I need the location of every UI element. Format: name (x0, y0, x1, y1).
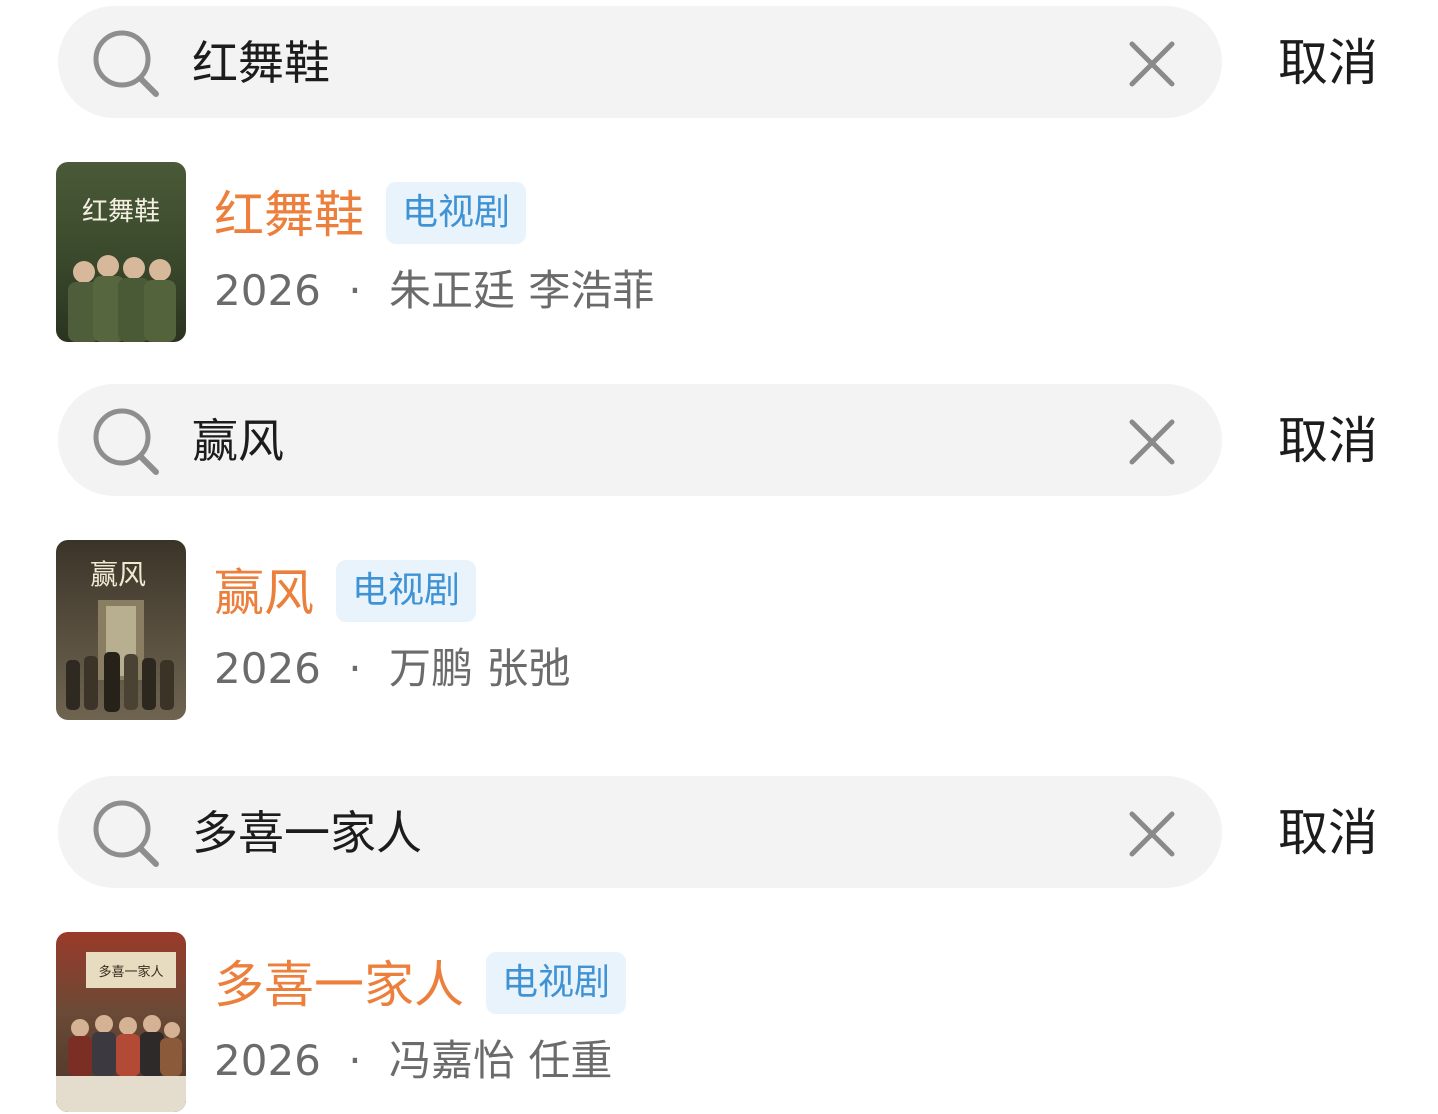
result-cast: 朱正廷 李浩菲 (388, 266, 655, 315)
poster-image[interactable]: 红舞鞋 (56, 162, 186, 342)
result-year: 2026 (214, 266, 321, 315)
result-year: 2026 (214, 644, 321, 693)
search-bar: 赢风 取消 (0, 378, 1438, 496)
clear-icon[interactable] (1122, 804, 1182, 864)
result-cast: 万鹏 张弛 (388, 644, 571, 693)
result-title[interactable]: 多喜一家人 (214, 950, 464, 1020)
search-result[interactable]: 赢风 赢风 电视剧 2026 · 万鹏 张弛 (0, 540, 1438, 722)
poster-image[interactable]: 多喜一家人 (56, 932, 186, 1112)
result-meta: 2026 · 万鹏 张弛 (214, 638, 570, 700)
search-result[interactable]: 红舞鞋 红舞鞋 电视剧 2026 · 朱正廷 李浩菲 (0, 162, 1438, 344)
type-badge: 电视剧 (336, 560, 477, 622)
meta-separator: · (348, 1036, 362, 1085)
search-result[interactable]: 多喜一家人 多喜一家人 电视剧 2026 · 冯嘉怡 任重 (0, 932, 1438, 1114)
search-icon (93, 800, 159, 867)
result-title[interactable]: 赢风 (214, 558, 314, 628)
search-icon (93, 408, 159, 475)
search-query[interactable]: 赢风 (192, 408, 284, 474)
clear-icon[interactable] (1122, 412, 1182, 472)
result-year: 2026 (214, 1036, 321, 1085)
result-meta: 2026 · 冯嘉怡 任重 (214, 1030, 612, 1092)
search-bar: 红舞鞋 取消 (0, 0, 1438, 118)
poster-title-text: 多喜一家人 (98, 964, 163, 980)
search-query[interactable]: 多喜一家人 (192, 800, 422, 866)
search-query[interactable]: 红舞鞋 (192, 30, 330, 96)
cancel-button[interactable]: 取消 (1278, 28, 1378, 98)
poster-image[interactable]: 赢风 (56, 540, 186, 720)
type-badge: 电视剧 (386, 182, 527, 244)
meta-separator: · (348, 644, 362, 693)
cancel-button[interactable]: 取消 (1278, 406, 1378, 476)
meta-separator: · (348, 266, 362, 315)
poster-title-text: 赢风 (90, 558, 146, 591)
result-meta: 2026 · 朱正廷 李浩菲 (214, 260, 654, 322)
search-bar: 多喜一家人 取消 (0, 770, 1438, 888)
clear-icon[interactable] (1122, 34, 1182, 94)
result-title[interactable]: 红舞鞋 (214, 180, 364, 250)
poster-title-text: 红舞鞋 (82, 197, 160, 227)
cancel-button[interactable]: 取消 (1278, 798, 1378, 868)
type-badge: 电视剧 (486, 952, 627, 1014)
result-cast: 冯嘉怡 任重 (388, 1036, 613, 1085)
search-icon (93, 30, 159, 97)
